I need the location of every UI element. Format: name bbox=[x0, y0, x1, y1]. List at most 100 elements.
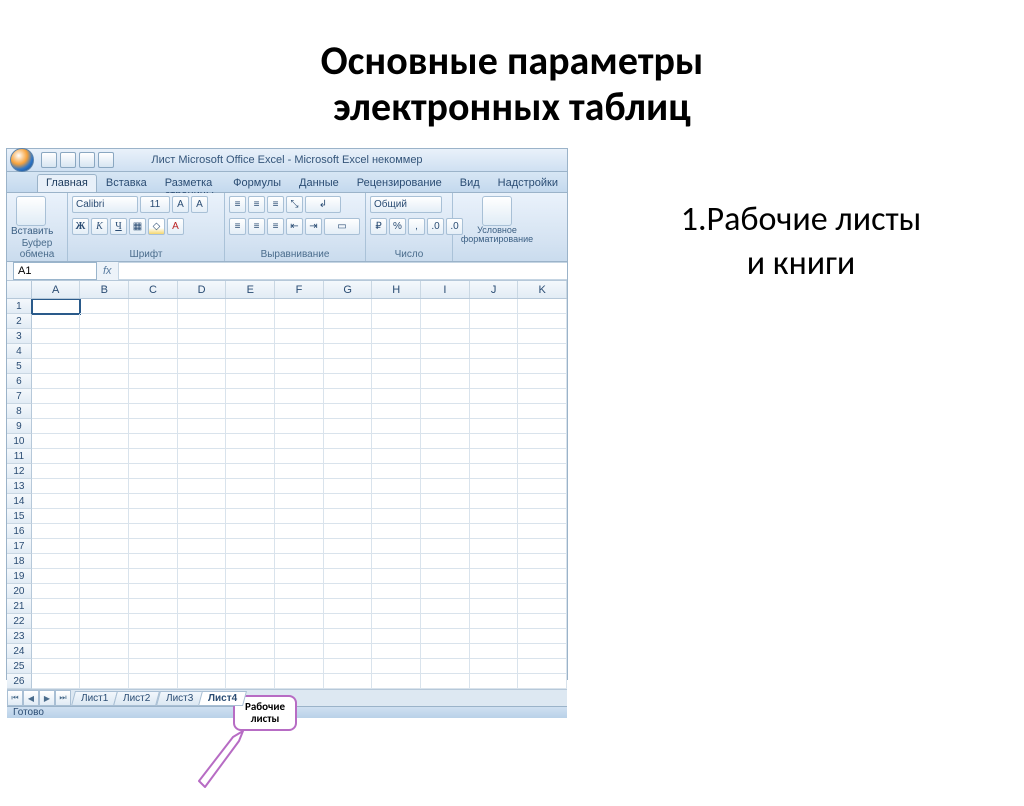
cell[interactable] bbox=[226, 374, 275, 389]
cell[interactable] bbox=[275, 359, 324, 374]
cell[interactable] bbox=[178, 674, 227, 689]
cell[interactable] bbox=[470, 314, 519, 329]
cell[interactable] bbox=[275, 404, 324, 419]
font-color-button[interactable]: A bbox=[167, 218, 184, 235]
cell[interactable] bbox=[226, 554, 275, 569]
sheet-nav-last-icon[interactable]: ⏭ bbox=[55, 690, 71, 706]
cell[interactable] bbox=[324, 569, 373, 584]
row-header[interactable]: 18 bbox=[7, 554, 32, 569]
cell[interactable] bbox=[275, 629, 324, 644]
row-header[interactable]: 10 bbox=[7, 434, 32, 449]
cell[interactable] bbox=[32, 494, 81, 509]
cell[interactable] bbox=[226, 539, 275, 554]
cell[interactable] bbox=[421, 374, 470, 389]
font-name-selector[interactable]: Calibri bbox=[72, 196, 138, 213]
cell[interactable] bbox=[178, 659, 227, 674]
cell[interactable] bbox=[178, 524, 227, 539]
cell[interactable] bbox=[178, 599, 227, 614]
sheet-nav-prev-icon[interactable]: ◀ bbox=[23, 690, 39, 706]
cell[interactable] bbox=[421, 494, 470, 509]
row-header[interactable]: 22 bbox=[7, 614, 32, 629]
cell[interactable] bbox=[372, 539, 421, 554]
cell[interactable] bbox=[178, 554, 227, 569]
sheet-tab[interactable]: Лист3 bbox=[156, 691, 203, 706]
cell[interactable] bbox=[518, 404, 567, 419]
increase-decimal-button[interactable]: .0 bbox=[427, 218, 444, 235]
column-header[interactable]: D bbox=[178, 281, 227, 298]
cell[interactable] bbox=[372, 479, 421, 494]
cell[interactable] bbox=[324, 674, 373, 689]
cell[interactable] bbox=[32, 329, 81, 344]
cell[interactable] bbox=[324, 629, 373, 644]
cell[interactable] bbox=[80, 434, 129, 449]
cell[interactable] bbox=[80, 374, 129, 389]
row-header[interactable]: 20 bbox=[7, 584, 32, 599]
fx-icon[interactable]: fx bbox=[97, 265, 118, 277]
cell[interactable] bbox=[129, 569, 178, 584]
cell[interactable] bbox=[518, 509, 567, 524]
cell[interactable] bbox=[178, 479, 227, 494]
cell[interactable] bbox=[226, 419, 275, 434]
italic-button[interactable]: К bbox=[91, 218, 108, 235]
cell[interactable] bbox=[129, 644, 178, 659]
row-header[interactable]: 19 bbox=[7, 569, 32, 584]
cell[interactable] bbox=[178, 614, 227, 629]
cell[interactable] bbox=[421, 434, 470, 449]
cell[interactable] bbox=[226, 434, 275, 449]
cell[interactable] bbox=[275, 389, 324, 404]
cell[interactable] bbox=[421, 539, 470, 554]
cell[interactable] bbox=[324, 434, 373, 449]
cell[interactable] bbox=[129, 449, 178, 464]
cell[interactable] bbox=[470, 584, 519, 599]
cell[interactable] bbox=[129, 494, 178, 509]
font-size-selector[interactable]: 11 bbox=[140, 196, 170, 213]
cell[interactable] bbox=[226, 629, 275, 644]
cell[interactable] bbox=[32, 419, 81, 434]
cell[interactable] bbox=[470, 344, 519, 359]
cell[interactable] bbox=[129, 659, 178, 674]
qat-print-icon[interactable] bbox=[98, 152, 114, 168]
cell[interactable] bbox=[226, 299, 275, 314]
cell[interactable] bbox=[275, 569, 324, 584]
cell[interactable] bbox=[129, 374, 178, 389]
cell[interactable] bbox=[32, 434, 81, 449]
cell[interactable] bbox=[518, 524, 567, 539]
cell[interactable] bbox=[80, 344, 129, 359]
cell[interactable] bbox=[324, 404, 373, 419]
cell[interactable] bbox=[32, 404, 81, 419]
cell[interactable] bbox=[421, 659, 470, 674]
cell[interactable] bbox=[324, 659, 373, 674]
cell[interactable] bbox=[324, 299, 373, 314]
cell[interactable] bbox=[275, 434, 324, 449]
cell[interactable] bbox=[80, 674, 129, 689]
column-header[interactable]: A bbox=[32, 281, 81, 298]
cell[interactable] bbox=[421, 359, 470, 374]
cell[interactable] bbox=[32, 569, 81, 584]
cell[interactable] bbox=[80, 659, 129, 674]
cell[interactable] bbox=[129, 389, 178, 404]
cell[interactable] bbox=[178, 359, 227, 374]
cell[interactable] bbox=[518, 464, 567, 479]
cell[interactable] bbox=[470, 434, 519, 449]
cell[interactable] bbox=[470, 464, 519, 479]
cell[interactable] bbox=[129, 629, 178, 644]
cell[interactable] bbox=[421, 599, 470, 614]
cell[interactable] bbox=[372, 614, 421, 629]
cell[interactable] bbox=[80, 329, 129, 344]
cell[interactable] bbox=[226, 314, 275, 329]
increase-indent-button[interactable]: ⇥ bbox=[305, 218, 322, 235]
cell[interactable] bbox=[80, 569, 129, 584]
cell[interactable] bbox=[129, 614, 178, 629]
cell[interactable] bbox=[80, 584, 129, 599]
cell[interactable] bbox=[324, 614, 373, 629]
cell[interactable] bbox=[32, 299, 81, 314]
row-header[interactable]: 25 bbox=[7, 659, 32, 674]
cell[interactable] bbox=[80, 629, 129, 644]
cell[interactable] bbox=[275, 524, 324, 539]
cell[interactable] bbox=[32, 449, 81, 464]
cell[interactable] bbox=[178, 449, 227, 464]
sheet-tab[interactable]: Лист4 bbox=[198, 691, 247, 706]
cell[interactable] bbox=[32, 584, 81, 599]
cell-grid[interactable]: 1234567891011121314151617181920212223242… bbox=[7, 299, 567, 689]
cell[interactable] bbox=[324, 509, 373, 524]
